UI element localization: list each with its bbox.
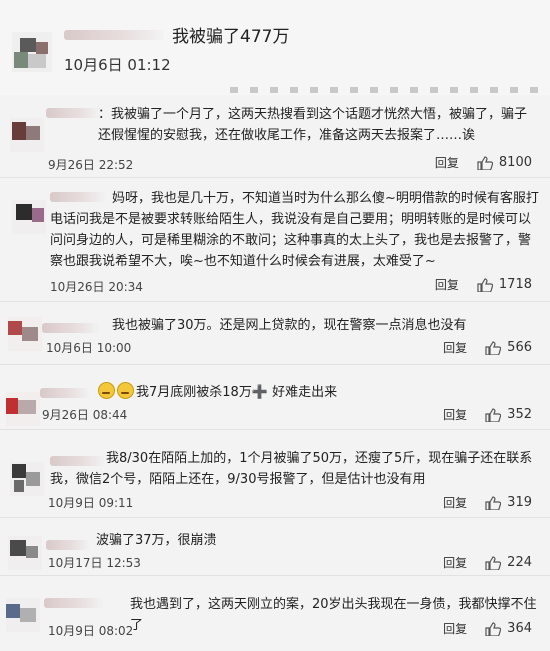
comment-time: 10月9日 08:02 xyxy=(48,624,134,638)
comment-text: ：我被骗了一个月了，这两天热搜看到这个话题才恍然大悟，被骗了，骗子还假惺惺的安慰… xyxy=(98,107,528,143)
commenter-avatar[interactable] xyxy=(12,200,46,234)
thumbs-up-icon[interactable] xyxy=(477,277,493,292)
comment-item: 我也被骗了30万。还是网上贷款的，现在警察一点消息也没有 10月6日 10:00… xyxy=(0,305,550,365)
blurred-text xyxy=(230,87,540,93)
comment-item: ：我被骗了一个月了，这两天热搜看到这个话题才恍然大悟，被骗了，骗子还假惺惺的安慰… xyxy=(0,100,550,178)
divider xyxy=(0,364,550,365)
reply-button[interactable]: 回复 xyxy=(443,406,467,423)
comment-time: 10月9日 09:11 xyxy=(48,496,134,510)
comment-text: 波骗了37万，很崩溃 xyxy=(96,533,217,548)
comment-text-content: 我7月底刚被杀18万➕ 好难走出来 xyxy=(136,385,338,400)
comment-actions: 回复 224 xyxy=(443,554,532,571)
comment-actions: 回复 352 xyxy=(443,406,532,423)
divider xyxy=(0,575,550,576)
commenter-name-blur xyxy=(40,388,90,398)
comment-time: 10月17日 12:53 xyxy=(48,556,141,570)
commenter-avatar[interactable] xyxy=(8,536,42,570)
like-count: 352 xyxy=(507,407,532,422)
reply-button[interactable]: 回复 xyxy=(435,276,459,293)
worried-emoji-icon xyxy=(98,382,115,399)
comment-actions: 回复 566 xyxy=(443,339,532,356)
comment-time: 9月26日 08:44 xyxy=(42,408,128,422)
poster-avatar[interactable] xyxy=(12,32,52,72)
comment-item: 我8/30在陌陌上加的，1个月被骗了50万，还瘦了5斤，现在骗子还在联系我，微信… xyxy=(0,440,550,518)
commenter-avatar[interactable] xyxy=(10,118,44,152)
like-count: 224 xyxy=(507,555,532,570)
thumbs-up-icon[interactable] xyxy=(485,340,502,355)
like-count: 1718 xyxy=(498,277,532,292)
reply-button[interactable]: 回复 xyxy=(443,620,467,637)
poster-name-blur xyxy=(64,30,164,40)
thumbs-up-icon[interactable] xyxy=(485,495,502,510)
comment-text: 我8/30在陌陌上加的，1个月被骗了50万，还瘦了5斤，现在骗子还在联系我，微信… xyxy=(50,451,533,487)
comment-time: 10月6日 10:00 xyxy=(46,341,132,355)
comment-text: 我也被骗了30万。还是网上贷款的，现在警察一点消息也没有 xyxy=(112,318,467,333)
thumbs-up-icon[interactable] xyxy=(485,621,502,636)
comment-item: 波骗了37万，很崩溃 10月17日 12:53 回复 224 xyxy=(0,524,550,576)
commenter-name-blur xyxy=(42,323,100,333)
thumbs-up-icon[interactable] xyxy=(477,155,493,170)
reply-button[interactable]: 回复 xyxy=(443,554,467,571)
comment-actions: 回复 364 xyxy=(443,620,532,637)
commenter-avatar[interactable] xyxy=(6,392,40,426)
divider xyxy=(0,429,550,430)
reply-button[interactable]: 回复 xyxy=(443,339,467,356)
comment-actions: 回复 319 xyxy=(443,494,532,511)
post-title: 我被骗了477万 xyxy=(172,27,290,47)
comment-time: 10月26日 20:34 xyxy=(50,280,143,294)
comment-text: 妈呀，我也是几十万，不知道当时为什么那么傻~明明借款的时候有客服打电话问我是不是… xyxy=(50,191,539,269)
thumbs-up-icon[interactable] xyxy=(485,407,502,422)
reply-button[interactable]: 回复 xyxy=(443,494,467,511)
commenter-name-blur xyxy=(46,108,101,118)
comment-item: 妈呀，我也是几十万，不知道当时为什么那么傻~明明借款的时候有客服打电话问我是不是… xyxy=(0,180,550,302)
divider xyxy=(0,517,550,518)
thumbs-up-icon[interactable] xyxy=(485,555,502,570)
like-count: 364 xyxy=(507,621,532,636)
commenter-avatar[interactable] xyxy=(8,317,42,351)
comment-actions: 回复 8100 xyxy=(435,154,532,171)
comment-time: 9月26日 22:52 xyxy=(48,158,134,172)
commenter-avatar[interactable] xyxy=(6,598,40,632)
post-header: 我被骗了477万 10月6日 01:12 xyxy=(0,0,550,95)
comment-text: 我7月底刚被杀18万➕ 好难走出来 xyxy=(98,382,538,403)
reply-button[interactable]: 回复 xyxy=(435,154,459,171)
comment-actions: 回复 1718 xyxy=(435,276,532,293)
commenter-avatar[interactable] xyxy=(10,462,44,496)
divider xyxy=(0,177,550,178)
divider xyxy=(0,301,550,302)
comment-item: 我7月底刚被杀18万➕ 好难走出来 9月26日 08:44 回复 352 xyxy=(0,372,550,430)
commenter-name-blur xyxy=(44,598,104,608)
like-count: 8100 xyxy=(498,155,532,170)
post-time: 10月6日 01:12 xyxy=(64,56,171,74)
like-count: 566 xyxy=(507,340,532,355)
comment-item: 我也遇到了，这两天刚立的案，20岁出头我现在一身债，我都快撑不住了 10月9日 … xyxy=(0,590,550,650)
commenter-name-blur xyxy=(46,540,90,550)
worried-emoji-icon xyxy=(117,382,134,399)
like-count: 319 xyxy=(507,495,532,510)
